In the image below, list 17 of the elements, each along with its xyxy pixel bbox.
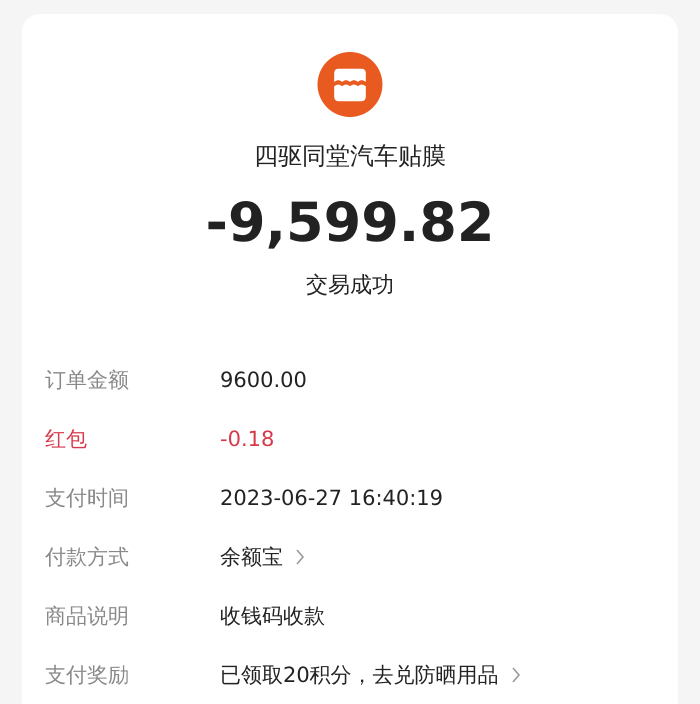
chevron-right-icon[interactable] bbox=[510, 666, 521, 684]
transaction-status: 交易成功 bbox=[306, 272, 394, 300]
detail-label: 订单金额 bbox=[45, 366, 130, 394]
detail-value: -0.18 bbox=[220, 426, 274, 450]
payment-amount: -9,599.82 bbox=[206, 191, 494, 255]
chevron-right-icon[interactable] bbox=[295, 548, 305, 566]
detail-label: 支付奖励 bbox=[45, 662, 130, 688]
detail-value: 收钱码收款 bbox=[220, 602, 325, 630]
detail-value: 9600.00 bbox=[220, 368, 307, 392]
detail-value: 余额宝 bbox=[220, 544, 283, 570]
detail-label: 支付时间 bbox=[45, 484, 130, 512]
detail-value: 已领取20积分，去兑防晒用品 bbox=[220, 662, 499, 688]
detail-label: 付款方式 bbox=[45, 544, 130, 570]
detail-label: 红包 bbox=[45, 426, 88, 452]
detail-value: 2023-06-27 16:40:19 bbox=[220, 486, 444, 510]
merchant-name: 四驱同堂汽车贴膜 bbox=[254, 141, 446, 171]
detail-label: 商品说明 bbox=[45, 602, 130, 630]
